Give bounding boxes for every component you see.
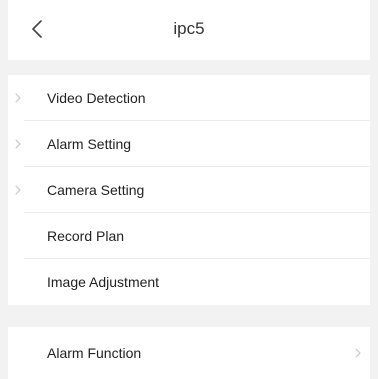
chevron-right-icon xyxy=(15,93,21,103)
settings-list: Video Detection Alarm Setting Camera Set… xyxy=(8,75,370,305)
settings-item-alarm-setting[interactable]: Alarm Setting xyxy=(8,121,370,167)
device-settings-screen: ipc5 Video Detection Alarm Setting Camer… xyxy=(8,0,370,379)
settings-item-label: Image Adjustment xyxy=(47,274,160,290)
settings-item-label: Alarm Function xyxy=(47,345,142,361)
settings-item-record-plan[interactable]: Record Plan xyxy=(8,213,370,259)
settings-item-label: Camera Setting xyxy=(47,182,145,198)
settings-item-video-detection[interactable]: Video Detection xyxy=(8,75,370,121)
settings-item-label: Alarm Setting xyxy=(47,136,132,152)
functions-list: Alarm Function xyxy=(8,327,370,379)
chevron-right-icon xyxy=(355,348,361,358)
page-title: ipc5 xyxy=(173,19,205,38)
settings-item-image-adjustment[interactable]: Image Adjustment xyxy=(8,259,370,305)
navigation-bar: ipc5 xyxy=(8,0,370,60)
chevron-right-icon xyxy=(15,139,21,149)
settings-item-alarm-function[interactable]: Alarm Function xyxy=(8,327,370,379)
settings-item-label: Video Detection xyxy=(47,90,146,106)
section-spacer xyxy=(8,305,370,327)
settings-item-label: Record Plan xyxy=(47,228,125,244)
settings-item-camera-setting[interactable]: Camera Setting xyxy=(8,167,370,213)
section-spacer xyxy=(8,60,370,75)
chevron-right-icon xyxy=(15,185,21,195)
